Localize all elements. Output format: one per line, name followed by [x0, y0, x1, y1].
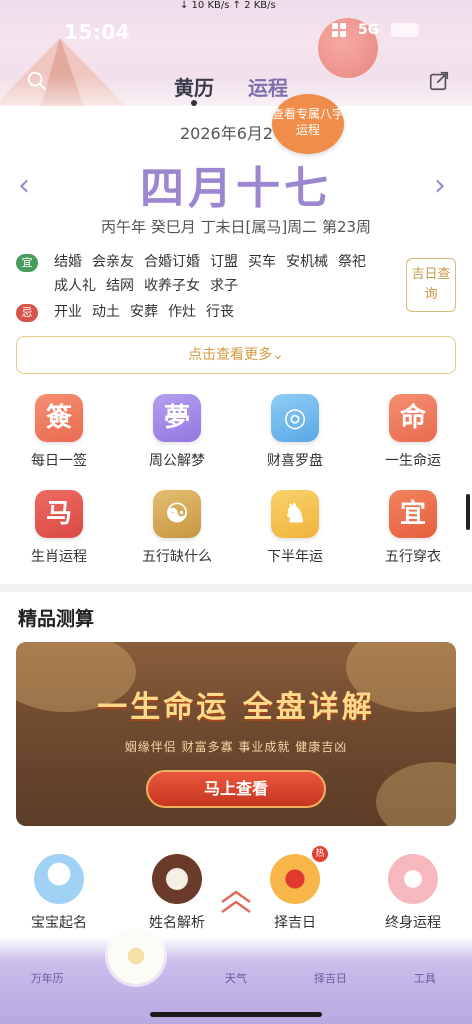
yiji-section: 宜 结婚 会亲友 合婚订婚 订盟 买车 安机械 祭祀成人礼 结网 收养子女 求子 忌 开业 动土 安葬… [16, 252, 396, 328]
yi-item: 成人礼 [54, 278, 96, 294]
yi-items: 结婚 会亲友 合婚订婚 订盟 买车 安机械 祭祀成人礼 结网 收养子女 求子 [54, 252, 396, 296]
app-grid-icon [332, 23, 346, 37]
tabbar-item[interactable]: 工具 [378, 970, 472, 986]
share-icon[interactable] [428, 70, 450, 92]
ji-item: 行丧 [206, 304, 234, 320]
section-title: 精品测算 [18, 608, 95, 630]
tool-item[interactable]: 命一生命运 [354, 394, 472, 490]
promo-banner[interactable]: 一生命运 全盘详解 姻缘伴侣 财富多寡 事业成就 健康吉凶 马上查看 [16, 642, 456, 826]
ji-item: 动土 [92, 304, 120, 320]
tool-item[interactable]: ♞ 下半年运 [236, 490, 354, 586]
yi-item: 安机械 [286, 254, 328, 270]
tabbar-row: 万年历 天气 择吉日 工具 [0, 970, 472, 986]
shortcut-icon [152, 854, 202, 904]
tool-item[interactable]: 夢周公解梦 [118, 394, 236, 490]
yi-item: 结网 [106, 278, 134, 294]
banner-title: 一生命运 全盘详解 [97, 690, 375, 725]
shortcut-item[interactable]: 宝宝起名 [0, 854, 118, 932]
shortcut-icon [270, 854, 320, 904]
section-divider [0, 584, 472, 592]
tool-icon: 宜 [389, 490, 437, 538]
tool-label: 每日一签 [31, 453, 87, 469]
flower-decoration-icon[interactable] [108, 928, 164, 984]
tool-label: 生肖运程 [31, 549, 87, 565]
tabbar-item[interactable]: 天气 [189, 970, 283, 986]
expand-up-chevron-icon[interactable] [218, 890, 254, 916]
search-icon[interactable] [26, 70, 48, 92]
banner-view-button[interactable]: 马上查看 [146, 770, 326, 808]
tool-item[interactable]: ☯ 五行缺什么 [118, 490, 236, 586]
ji-item: 作灶 [168, 304, 196, 320]
ji-items: 开业 动土 安葬 作灶 行丧 [54, 302, 234, 322]
shortcut-icon [34, 854, 84, 904]
next-day-chevron-icon[interactable]: › [434, 168, 446, 203]
yi-row: 宜 结婚 会亲友 合婚订婚 订盟 买车 安机械 祭祀成人礼 结网 收养子女 求子 [16, 252, 396, 296]
shortcut-label: 终身运程 [385, 915, 441, 931]
banner-cloud [376, 762, 456, 826]
yi-item: 收养子女 [144, 278, 200, 294]
tab-huangli[interactable]: 黄历 [174, 72, 214, 106]
tool-icon: 夢 [153, 394, 201, 442]
yi-item: 结婚 [54, 254, 82, 270]
bazi-promo-bubble[interactable]: 查看专属八字运程 [272, 94, 344, 154]
battery-icon [391, 23, 420, 37]
tool-grid: 簽每日一签夢周公解梦 ◎ 财喜罗盘命一生命运 马生肖运程 ☯ 五行缺什么 ♞ 下半年运宜五行… [0, 394, 472, 586]
ji-tag: 忌 [16, 304, 38, 322]
status-time: 15:04 [64, 20, 131, 44]
tabbar-item[interactable]: 择吉日 [283, 970, 377, 986]
tab-yuncheng[interactable]: 运程 [248, 72, 288, 101]
tool-grid-row: 簽每日一签夢周公解梦 ◎ 财喜罗盘命一生命运 [0, 394, 472, 490]
tool-item[interactable]: 马生肖运程 [0, 490, 118, 586]
scrollbar-handle[interactable] [466, 494, 470, 530]
status-icons: 5G [332, 22, 420, 38]
ji-item: 开业 [54, 304, 82, 320]
tool-item[interactable]: 簽每日一签 [0, 394, 118, 490]
tool-grid-row: 马生肖运程 ☯ 五行缺什么 ♞ 下半年运 宜五行穿衣 [0, 490, 472, 586]
ji-row: 忌 开业 动土 安葬 作灶 行丧 [16, 302, 396, 322]
tool-label: 五行穿衣 [385, 549, 441, 565]
header-tabs: 黄历 运程 [174, 72, 288, 106]
tool-label: 下半年运 [267, 549, 323, 565]
tool-icon: 命 [389, 394, 437, 442]
shortcut-label: 宝宝起名 [31, 915, 87, 931]
tool-icon: ♞ [271, 490, 319, 538]
yi-item: 合婚订婚 [144, 254, 200, 270]
jiri-query-button[interactable]: 吉日查询 [406, 258, 456, 312]
tool-label: 周公解梦 [149, 453, 205, 469]
ji-item: 安葬 [130, 304, 158, 320]
view-more-button[interactable]: 点击查看更多⌄ [16, 336, 456, 374]
top-header: 15:04 ↓ 10 KB/s ↑ 2 KB/s 5G 黄历 运程 [0, 0, 472, 106]
yi-item: 求子 [210, 278, 238, 294]
home-indicator[interactable] [150, 1012, 322, 1017]
yi-item: 订盟 [210, 254, 238, 270]
tool-label: 五行缺什么 [142, 549, 212, 565]
tool-label: 财喜罗盘 [267, 453, 323, 469]
signal-label: 5G [358, 22, 380, 38]
status-net-speed: ↓ 10 KB/s ↑ 2 KB/s [180, 0, 276, 11]
yi-item: 祭祀 [338, 254, 366, 270]
ganzhi-line: 丙午年 癸巳月 丁未日[属马]周二 第23周 [100, 218, 372, 236]
shortcut-item[interactable]: 终身运程 [354, 854, 472, 932]
hot-badge: 热 [312, 846, 328, 862]
yi-item: 会亲友 [92, 254, 134, 270]
bottom-tabbar: 万年历 天气 择吉日 工具 [0, 936, 472, 1024]
tool-icon: 簽 [35, 394, 83, 442]
tool-icon: 马 [35, 490, 83, 538]
tool-icon: ◎ [271, 394, 319, 442]
tool-item[interactable]: 宜五行穿衣 [354, 490, 472, 586]
banner-subtitle: 姻缘伴侣 财富多寡 事业成就 健康吉凶 [124, 740, 348, 754]
tool-item[interactable]: ◎ 财喜罗盘 [236, 394, 354, 490]
tool-icon: ☯ [153, 490, 201, 538]
lunar-date: 四月十七 [140, 163, 332, 214]
tool-label: 一生命运 [385, 453, 441, 469]
yi-tag: 宜 [16, 254, 38, 272]
yi-item: 买车 [248, 254, 276, 270]
gregorian-date[interactable]: 2026年6月2 [180, 120, 273, 144]
shortcut-icon [388, 854, 438, 904]
tabbar-item[interactable]: 万年历 [0, 970, 94, 986]
